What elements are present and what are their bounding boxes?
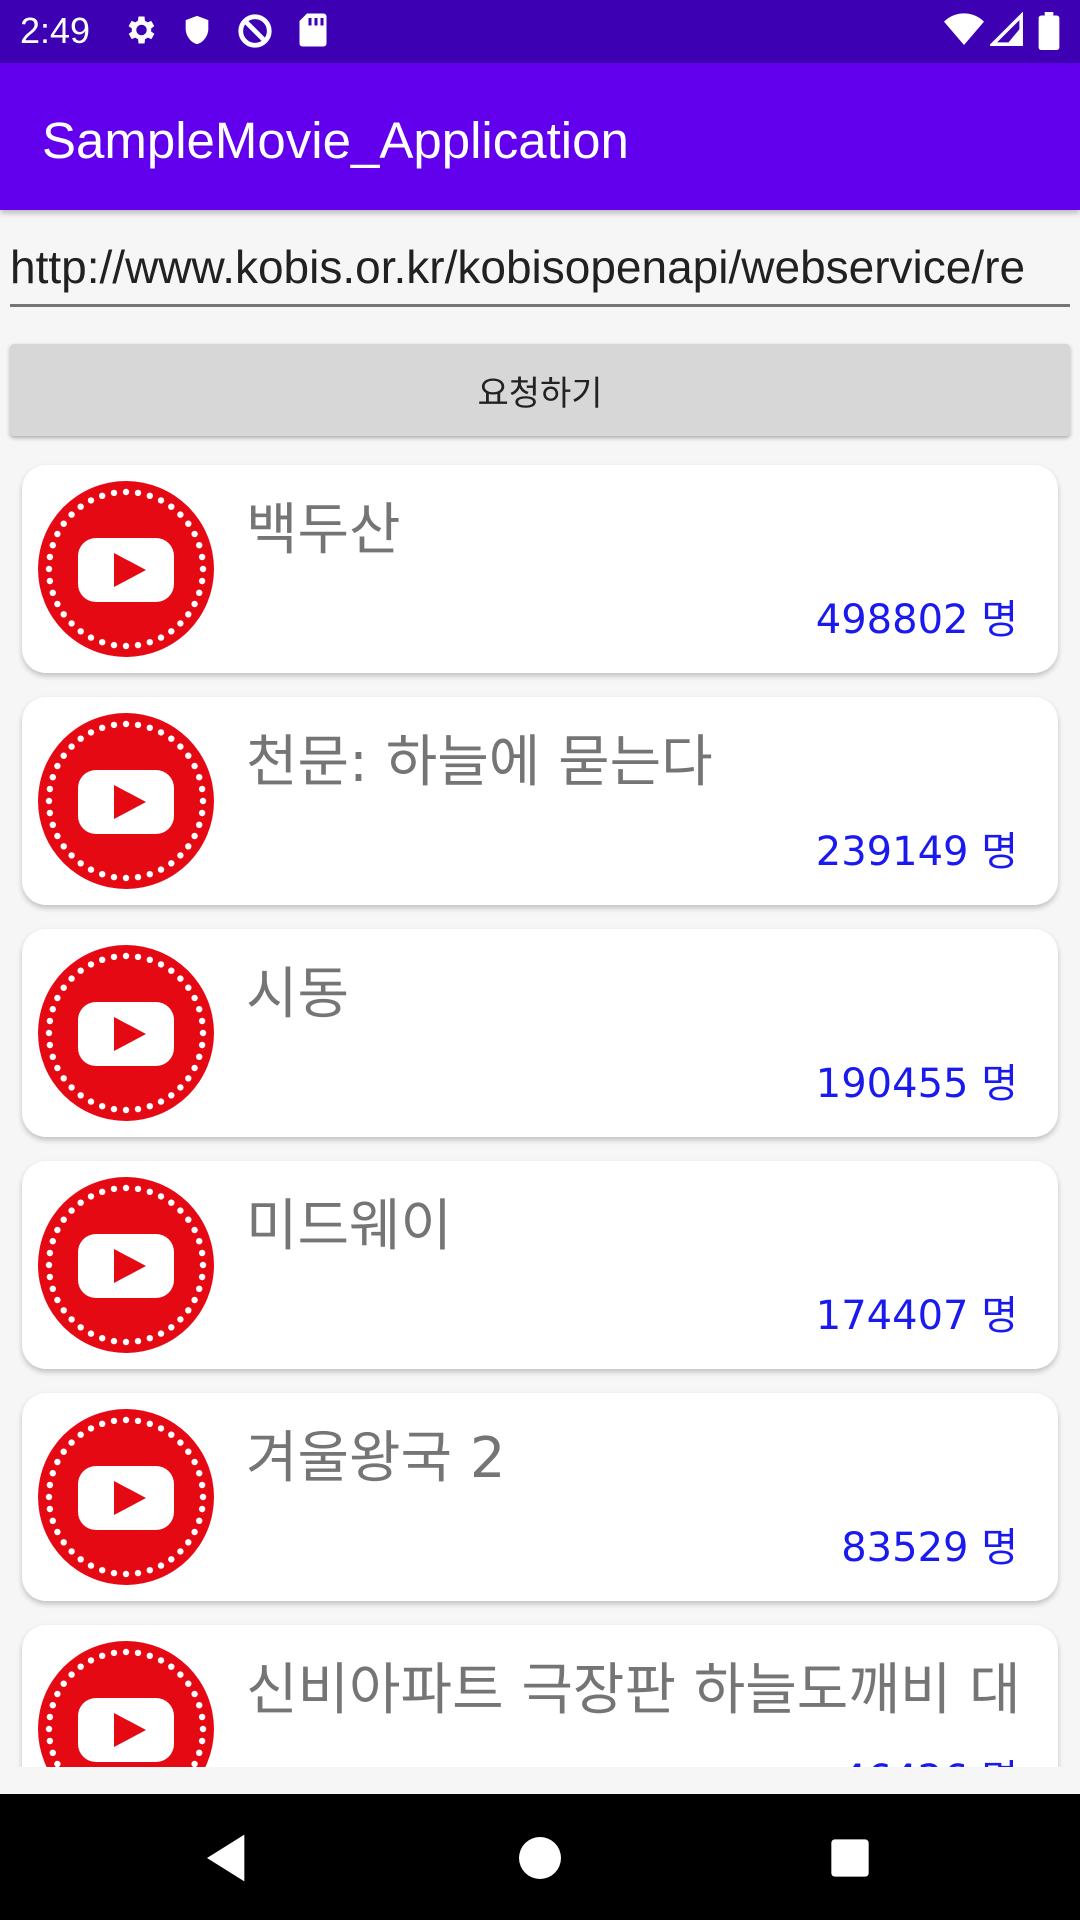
app-bar: SampleMovie_Application <box>0 63 1080 210</box>
gear-icon <box>122 12 158 52</box>
list-item[interactable]: 시동 190455 명 <box>22 929 1058 1137</box>
movie-audience: 190455 명 <box>815 1061 1018 1107</box>
youtube-play-icon <box>38 481 214 657</box>
list-item[interactable]: 미드웨이 174407 명 <box>22 1161 1058 1369</box>
battery-icon <box>1038 12 1060 54</box>
at-sign-icon <box>236 12 274 54</box>
movie-title: 시동 <box>246 962 350 1027</box>
list-item[interactable]: 신비아파트 극장판 하늘도깨비 대 46426 명 <box>22 1625 1058 1767</box>
movie-audience: 498802 명 <box>815 597 1018 643</box>
movie-audience: 239149 명 <box>815 829 1018 875</box>
movie-audience: 83529 명 <box>841 1525 1018 1571</box>
movie-list[interactable]: 백두산 498802 명 천문: 하늘에 묻는다 239149 명 시동 190… <box>0 455 1080 1767</box>
youtube-play-icon <box>38 1641 214 1767</box>
url-input[interactable] <box>10 230 1070 307</box>
back-icon[interactable] <box>200 1830 256 1890</box>
recents-icon[interactable] <box>822 1830 878 1890</box>
movie-title: 백두산 <box>246 498 401 563</box>
youtube-play-icon <box>38 1177 214 1353</box>
wifi-icon <box>944 12 984 52</box>
movie-title: 신비아파트 극장판 하늘도깨비 대 <box>246 1658 1021 1723</box>
list-item[interactable]: 백두산 498802 명 <box>22 465 1058 673</box>
request-button[interactable]: 요청하기 <box>10 344 1070 436</box>
list-item[interactable]: 겨울왕국 2 83529 명 <box>22 1393 1058 1601</box>
youtube-play-icon <box>38 1409 214 1585</box>
app-title: SampleMovie_Application <box>42 112 629 169</box>
movie-title: 겨울왕국 2 <box>246 1426 506 1491</box>
movie-title: 미드웨이 <box>246 1194 453 1259</box>
status-bar: 2:49 <box>0 0 1080 63</box>
nav-bar <box>0 1794 1080 1920</box>
youtube-play-icon <box>38 713 214 889</box>
movie-audience: 174407 명 <box>815 1293 1018 1339</box>
movie-title: 천문: 하늘에 묻는다 <box>246 730 713 795</box>
status-time: 2:49 <box>20 10 91 51</box>
list-item[interactable]: 천문: 하늘에 묻는다 239149 명 <box>22 697 1058 905</box>
shield-icon <box>180 12 214 52</box>
movie-audience: 46426 명 <box>841 1747 1018 1767</box>
youtube-play-icon <box>38 945 214 1121</box>
home-icon[interactable] <box>512 1830 568 1890</box>
sd-card-icon <box>298 12 328 52</box>
signal-icon <box>988 11 1024 52</box>
